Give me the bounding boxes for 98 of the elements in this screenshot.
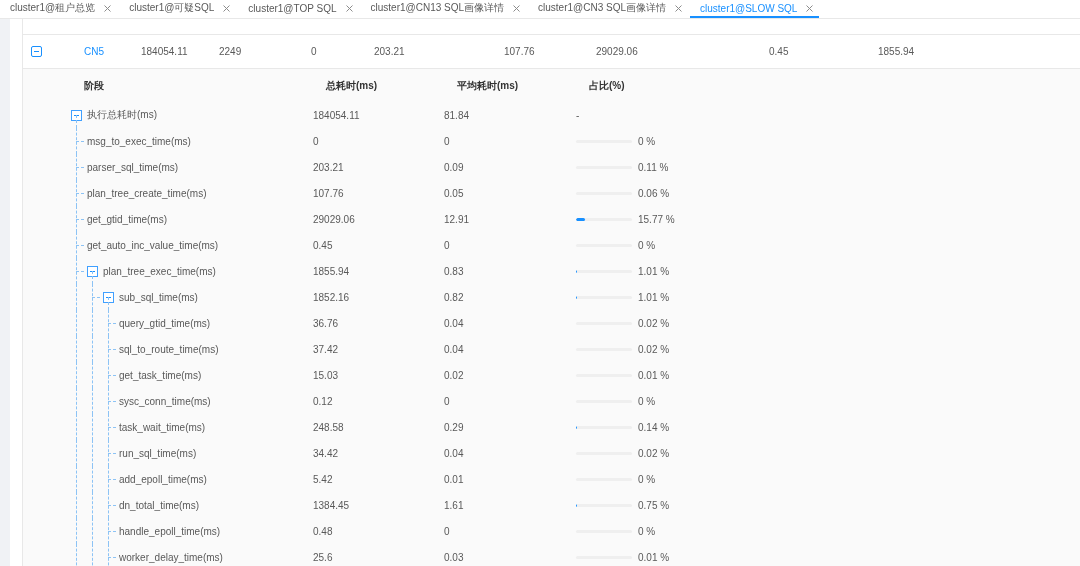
table-cell-text: 203.21: [374, 46, 406, 57]
collapse-button[interactable]: [103, 291, 114, 303]
total-time: 29029.06: [313, 213, 355, 225]
average-time: 0: [444, 239, 450, 251]
average-time: 0.04: [444, 317, 464, 329]
average-time: 0.05: [444, 187, 464, 199]
ratio-value: 0.02 %: [638, 447, 670, 459]
ratio-value: 15.77 %: [638, 213, 675, 225]
total-time: 0: [313, 135, 319, 147]
average-time: 0: [444, 395, 450, 407]
ratio-value: 0 %: [638, 525, 656, 537]
ratio-value: 0.02 %: [638, 343, 670, 355]
stage-name: msg_to_exec_time(ms): [87, 135, 191, 147]
stage-name: sql_to_route_time(ms): [119, 343, 219, 355]
column-header: 平均耗时(ms): [457, 79, 519, 91]
ratio-value: 0.02 %: [638, 317, 670, 329]
close-icon[interactable]: [806, 4, 814, 12]
close-icon[interactable]: [345, 4, 353, 12]
tab[interactable]: cluster1@CN3 SQL画像详情: [538, 0, 688, 18]
average-time: 0: [444, 525, 450, 537]
average-time: 0.01: [444, 473, 464, 485]
ratio-value: 0.11 %: [638, 161, 669, 173]
stage-name: get_task_time(ms): [119, 369, 202, 381]
column-header: 占比(%): [589, 78, 625, 93]
ratio-value: 0 %: [638, 395, 656, 407]
total-time: 15.03: [313, 369, 339, 381]
ratio-value: 0 %: [638, 239, 656, 251]
average-time: 0.02: [444, 369, 464, 381]
tab[interactable]: cluster1@TOP SQL: [248, 0, 359, 18]
column-header: 阶段: [84, 78, 104, 93]
table-cell-text: 29029.06: [596, 46, 639, 57]
total-time: 1852.16: [313, 291, 350, 303]
table-cell-text: 107.76: [504, 46, 536, 57]
average-time: 0: [444, 135, 450, 147]
average-time: 1.61: [444, 499, 464, 511]
ratio-value: 1.01 %: [638, 291, 670, 303]
close-icon[interactable]: [675, 4, 682, 12]
stage-name: query_gtid_time(ms): [119, 317, 211, 329]
average-time: 12.91: [444, 213, 470, 225]
stage-name: 执行总耗时(ms): [87, 108, 157, 122]
stage-name: plan_tree_create_time(ms): [87, 187, 207, 199]
tab[interactable]: cluster1@租户总览: [10, 0, 118, 18]
total-time: 107.76: [313, 187, 344, 199]
stage-name: plan_tree_exec_time(ms): [103, 265, 216, 277]
stage-name: sysc_conn_time(ms): [119, 395, 211, 407]
ratio-value: 0 %: [638, 473, 656, 485]
total-time: 34.42: [313, 447, 339, 459]
collapse-button[interactable]: [87, 265, 98, 277]
stage-name: get_auto_inc_value_time(ms): [87, 239, 219, 251]
table-cell-text: 1855.94: [878, 46, 916, 57]
total-time: 184054.11: [313, 109, 360, 121]
total-time: 37.42: [313, 343, 339, 355]
ratio-value: 0.75 %: [638, 499, 670, 511]
average-time: 0.09: [444, 161, 464, 173]
stage-name: add_epoll_time(ms): [119, 473, 207, 485]
table-cell-text: 0.45: [769, 46, 790, 57]
total-time: 0.48: [313, 525, 333, 537]
ratio-value: 0 %: [638, 135, 656, 147]
table-cell-text: 0: [311, 46, 318, 57]
average-time: 0.82: [444, 291, 464, 303]
average-time: 0.04: [444, 447, 464, 459]
ratio-value: -: [576, 109, 580, 121]
stage-name: handle_epoll_time(ms): [119, 525, 221, 537]
stage-name: get_gtid_time(ms): [87, 213, 168, 225]
stage-name: worker_delay_time(ms): [119, 551, 223, 563]
tab[interactable]: cluster1@CN13 SQL画像详情: [370, 0, 527, 18]
total-time: 1855.94: [313, 265, 350, 277]
ratio-value: 0.01 %: [638, 551, 670, 563]
stage-name: run_sql_time(ms): [119, 447, 197, 459]
total-time: 1384.45: [313, 499, 350, 511]
ratio-value: 1.01 %: [638, 265, 670, 277]
total-time: 203.21: [313, 161, 344, 173]
table-cell-text: 2249: [219, 46, 243, 57]
collapse-button[interactable]: [71, 109, 82, 121]
total-time: 25.6: [313, 551, 333, 563]
total-time: 248.58: [313, 421, 344, 433]
ratio-value: 0.06 %: [638, 187, 670, 199]
table-cell-text: 184054.11: [141, 46, 189, 57]
total-time: 36.76: [313, 317, 339, 329]
average-time: 0.83: [444, 265, 464, 277]
ratio-value: 0.14 %: [638, 421, 670, 433]
stage-name: sub_sql_time(ms): [119, 291, 198, 303]
tab[interactable]: cluster1@可疑SQL: [129, 0, 237, 18]
total-time: 0.45: [313, 239, 333, 251]
average-time: 0.29: [444, 421, 464, 433]
close-icon[interactable]: [513, 4, 521, 12]
stage-name: parser_sql_time(ms): [87, 161, 179, 173]
ratio-value: 0.01 %: [638, 369, 670, 381]
close-icon[interactable]: [223, 4, 231, 12]
column-header: 总耗时(ms): [326, 79, 378, 91]
total-time: 0.12: [313, 395, 333, 407]
close-icon[interactable]: [104, 4, 112, 12]
stage-name: task_wait_time(ms): [119, 421, 206, 433]
average-time: 0.03: [444, 551, 464, 563]
total-time: 5.42: [313, 473, 333, 485]
stage-name: dn_total_time(ms): [119, 499, 200, 511]
average-time: 0.04: [444, 343, 464, 355]
average-time: 81.84: [444, 109, 470, 121]
